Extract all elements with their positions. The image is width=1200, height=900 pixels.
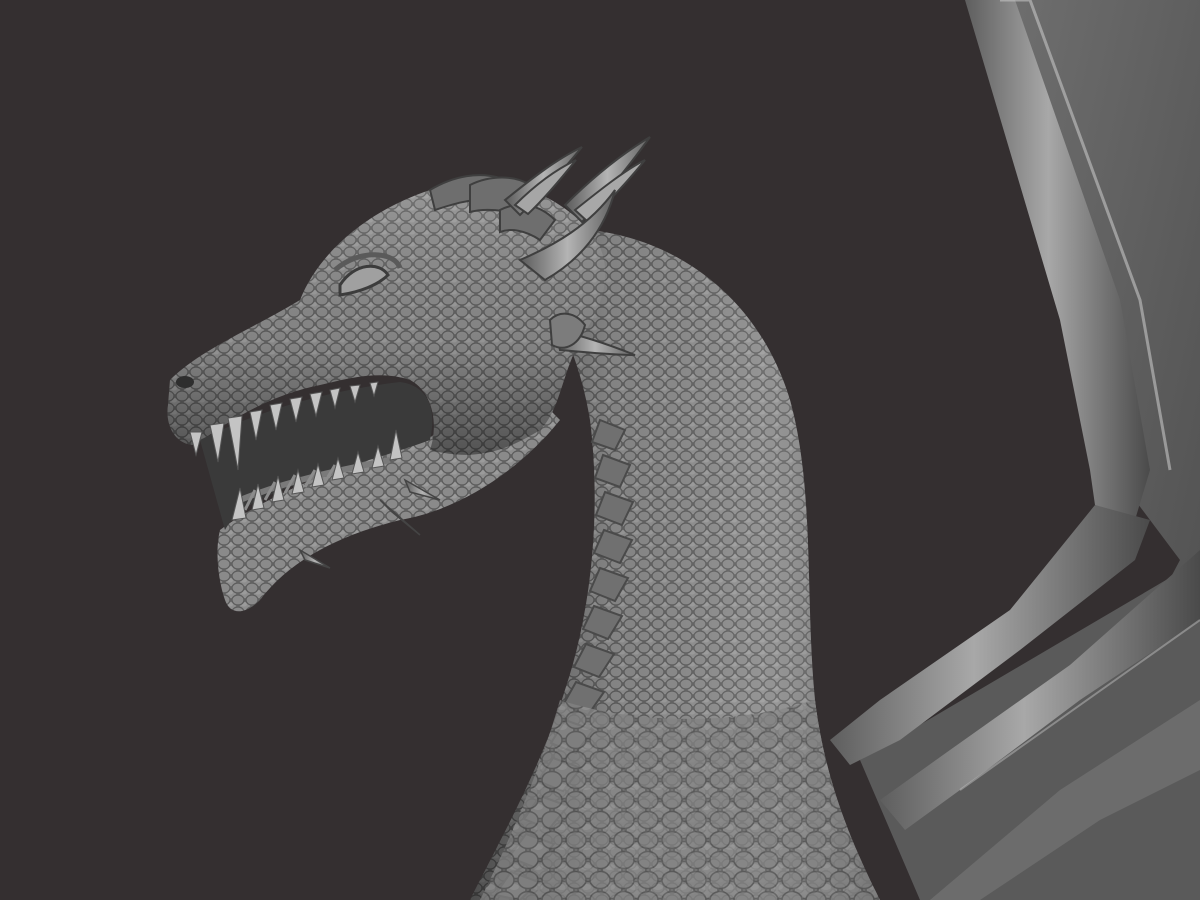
dragon-render: [0, 0, 1200, 900]
render-viewport: [0, 0, 1200, 900]
nostril: [176, 376, 194, 388]
